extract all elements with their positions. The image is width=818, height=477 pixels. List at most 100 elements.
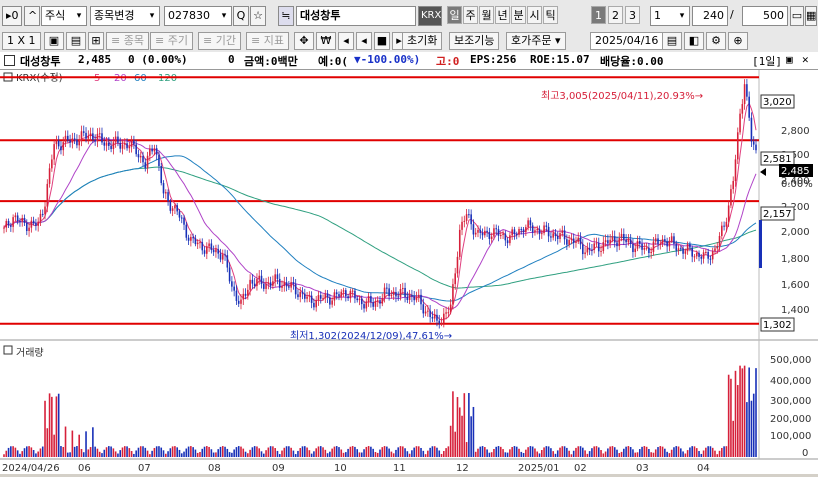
- max-count-input[interactable]: 500: [742, 6, 788, 26]
- gear-icon[interactable]: ⚙: [706, 32, 726, 50]
- period-selector-button[interactable]: ≡ 주기: [150, 32, 193, 50]
- volume-bar: [543, 447, 545, 457]
- calendar-icon[interactable]: ▤: [662, 32, 682, 50]
- volume-bar: [342, 452, 345, 457]
- stock-selector-button[interactable]: ≡ 종목: [106, 32, 149, 50]
- candlestick-chart[interactable]: KRX(수정) 5 20 60 120 최고3,005(2025/04/11),…: [0, 70, 818, 474]
- layout-split-icon[interactable]: ▤: [66, 32, 86, 50]
- candle-body: [187, 237, 190, 241]
- period-tab-hour[interactable]: 시: [527, 6, 542, 24]
- menu-button[interactable]: ▸0: [2, 6, 22, 26]
- volume-bar: [693, 446, 696, 457]
- volume-bar: [160, 447, 163, 457]
- nav-up-button[interactable]: ^: [24, 6, 40, 26]
- candle-body: [682, 248, 684, 254]
- candle-body: [746, 84, 748, 97]
- period-tab-month[interactable]: 월: [479, 6, 494, 24]
- search-icon[interactable]: Q: [233, 6, 249, 26]
- candle-body: [755, 144, 757, 151]
- order-icon[interactable]: ⊕: [728, 32, 748, 50]
- layout-grid-icon[interactable]: ⊞: [88, 32, 104, 50]
- close-icon[interactable]: ✕: [802, 53, 809, 66]
- volume-bar: [684, 453, 687, 457]
- period-tab-week[interactable]: 주: [463, 6, 478, 24]
- stock-code-input[interactable]: 027830 ▾: [164, 6, 232, 26]
- interval-preset-3[interactable]: 3: [625, 6, 640, 24]
- info-dividend: 배당율:0.00: [600, 55, 664, 68]
- candle-body: [424, 311, 427, 314]
- market-select[interactable]: 주식 ▾: [41, 6, 87, 26]
- volume-bar: [540, 450, 543, 457]
- volume-checkbox-icon[interactable]: [3, 345, 13, 355]
- stock-info-icon[interactable]: ≒: [278, 6, 294, 26]
- candle-body: [329, 297, 331, 305]
- candle-body: [554, 233, 557, 237]
- first-icon[interactable]: ◂: [338, 32, 354, 50]
- candle-body: [691, 247, 693, 257]
- candle-body: [625, 239, 627, 243]
- grid-icon[interactable]: ▦: [805, 6, 817, 26]
- range-selector-button[interactable]: ≡ 기간: [198, 32, 241, 50]
- interval-select[interactable]: 1 ▾: [650, 6, 690, 26]
- reset-button[interactable]: 초기화: [402, 32, 443, 50]
- volume-bar: [654, 449, 657, 457]
- exchange-badge[interactable]: KRX: [418, 6, 442, 26]
- candle-body: [376, 300, 379, 302]
- period-tab-day[interactable]: 일: [447, 6, 462, 24]
- date-tick: 12: [456, 463, 469, 474]
- candle-body: [98, 133, 101, 135]
- date-input[interactable]: 2025/04/16: [590, 32, 664, 50]
- volume-bar: [504, 452, 507, 457]
- volume-bar: [417, 446, 420, 457]
- candle-body: [351, 290, 354, 292]
- candle-body: [568, 239, 570, 245]
- mode-select[interactable]: 종목변경 ▾: [90, 6, 160, 26]
- view-layout-button[interactable]: 1 X 1: [2, 32, 41, 50]
- candle-body: [119, 142, 122, 149]
- candle-body: [96, 133, 99, 142]
- period-tab-year[interactable]: 년: [495, 6, 510, 24]
- interval-preset-2[interactable]: 2: [608, 6, 623, 24]
- prev-icon[interactable]: ◂: [356, 32, 372, 50]
- layout-single-icon[interactable]: ▣: [44, 32, 64, 50]
- period-tab-minute[interactable]: 분: [511, 6, 526, 24]
- volume-bar: [178, 449, 181, 457]
- candle-body: [64, 135, 67, 143]
- volume-bar: [354, 446, 356, 457]
- won-icon[interactable]: ₩: [316, 32, 336, 50]
- volume-bar: [746, 402, 748, 457]
- candle-body: [25, 222, 28, 232]
- candle-body: [153, 148, 156, 152]
- volume-bar: [415, 446, 418, 457]
- assist-button[interactable]: 보조기능: [449, 32, 500, 50]
- chevron-down-icon: ▾: [221, 11, 227, 21]
- crosshair-icon[interactable]: ✥: [294, 32, 314, 50]
- volume-bar: [493, 448, 495, 457]
- candle-body: [169, 201, 172, 211]
- candle-body: [126, 143, 128, 149]
- volume-bar: [397, 447, 400, 457]
- volume-bar: [203, 446, 206, 457]
- period-tab-tick[interactable]: 틱: [543, 6, 558, 24]
- indicator-selector-button[interactable]: ≡ 지표: [246, 32, 289, 50]
- window-icon[interactable]: ▭: [790, 6, 804, 26]
- maximize-icon[interactable]: ▣: [786, 53, 793, 66]
- candle-body: [370, 296, 372, 303]
- candle-body: [221, 254, 224, 260]
- chart-area[interactable]: KRX(수정) 5 20 60 120 최고3,005(2025/04/11),…: [0, 70, 818, 474]
- volume-bar: [686, 450, 689, 457]
- volume-bar: [395, 449, 397, 457]
- count-input[interactable]: 240: [692, 6, 728, 26]
- star-icon[interactable]: ☆: [250, 6, 266, 26]
- quote-order-button[interactable]: 호가주문 ▾: [506, 32, 566, 50]
- candle-body: [670, 236, 673, 241]
- toggle-icon[interactable]: ◧: [684, 32, 704, 50]
- checkbox-icon[interactable]: [4, 55, 15, 66]
- volume-bar: [126, 446, 128, 457]
- candle-body: [449, 304, 452, 313]
- interval-preset-1[interactable]: 1: [591, 6, 606, 24]
- candle-body: [427, 310, 429, 312]
- stop-icon[interactable]: ■: [374, 32, 390, 50]
- volume-bar: [32, 450, 35, 457]
- volume-bar: [645, 446, 648, 457]
